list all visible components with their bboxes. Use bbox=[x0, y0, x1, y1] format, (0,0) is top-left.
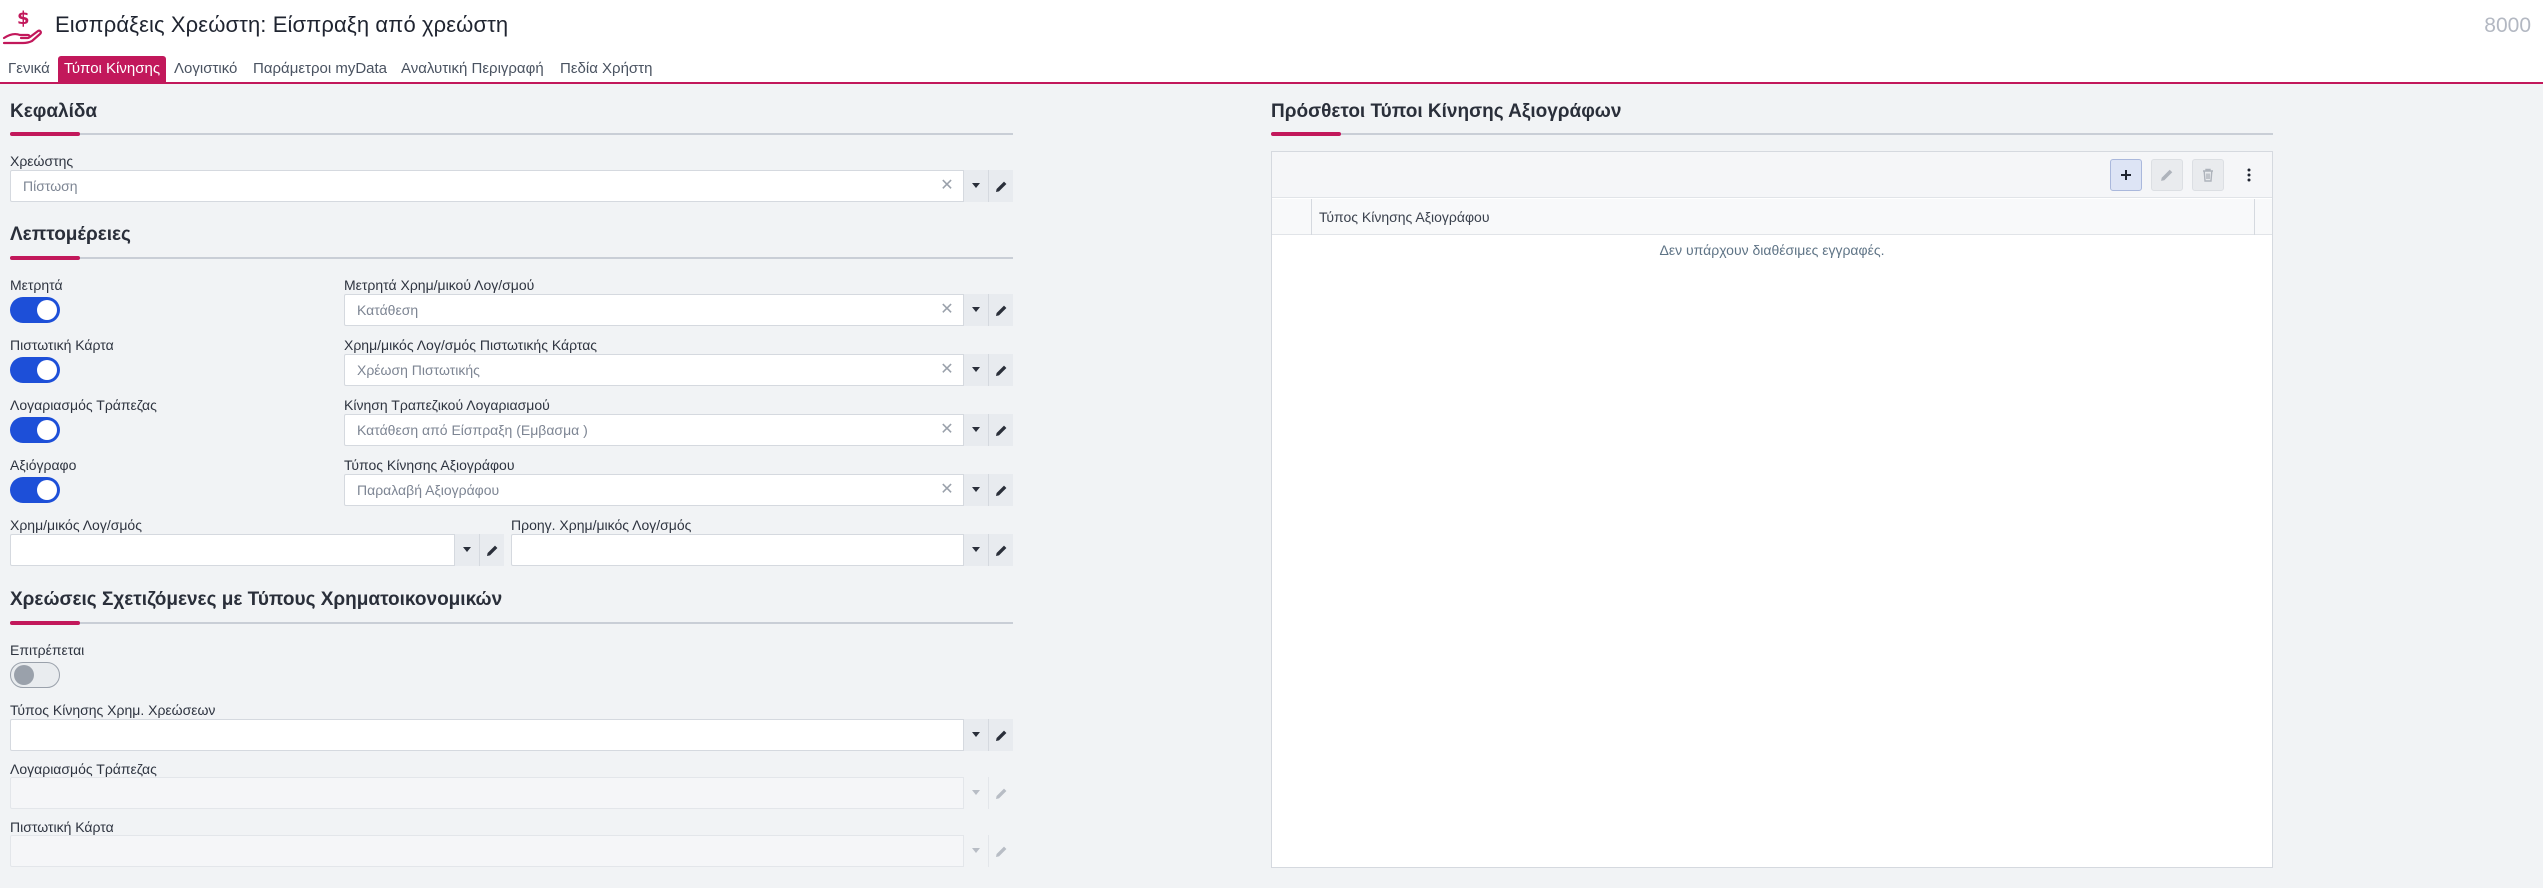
pencil-icon[interactable] bbox=[988, 534, 1013, 566]
chevron-down-icon[interactable] bbox=[963, 414, 988, 446]
credit-card-account-value: Χρέωση Πιστωτικής bbox=[357, 362, 480, 378]
charges-bank-account-label: Λογαριασμός Τράπεζας bbox=[10, 761, 157, 777]
chevron-down-icon[interactable] bbox=[963, 354, 988, 386]
pencil-icon bbox=[988, 835, 1013, 867]
credit-card-account-label: Χρημ/μικός Λογ/σμός Πιστωτικής Κάρτας bbox=[344, 337, 598, 353]
chevron-down-icon[interactable] bbox=[963, 474, 988, 506]
chevron-down-icon[interactable] bbox=[963, 170, 988, 202]
svg-text:$: $ bbox=[17, 8, 30, 29]
credit-card-label: Πιστωτική Κάρτα bbox=[10, 337, 114, 353]
cheque-movement-field[interactable]: Παραλαβή Αξιογράφου ✕ bbox=[344, 474, 1013, 506]
pencil-icon[interactable] bbox=[988, 474, 1013, 506]
section-title-details: Λεπτομέρειες bbox=[10, 224, 131, 245]
cheque-label: Αξιόγραφο bbox=[10, 457, 77, 473]
cheque-movement-value: Παραλαβή Αξιογράφου bbox=[357, 482, 500, 498]
section-accent bbox=[10, 621, 80, 625]
section-divider bbox=[10, 622, 1013, 624]
bank-movement-label: Κίνηση Τραπεζικού Λογαριασμού bbox=[344, 397, 550, 413]
charge-type-label: Τύπος Κίνησης Χρημ. Χρεώσεων bbox=[10, 702, 216, 718]
tab-user-fields[interactable]: Πεδία Χρήστη bbox=[560, 56, 652, 82]
chevron-down-icon bbox=[963, 777, 988, 809]
charges-credit-card-field bbox=[10, 835, 1013, 867]
section-divider bbox=[10, 133, 1013, 135]
record-code: 8000 bbox=[2484, 14, 2531, 37]
fin-account-field[interactable] bbox=[10, 534, 504, 566]
hand-coin-icon: $ bbox=[2, 8, 42, 45]
cash-account-field[interactable]: Κατάθεση ✕ bbox=[344, 294, 1013, 326]
page-title: Εισπράξεις Χρεώστη: Είσπραξη από χρεώστη bbox=[55, 12, 509, 37]
clear-icon[interactable]: ✕ bbox=[940, 415, 954, 445]
allowed-toggle[interactable] bbox=[10, 662, 60, 688]
empty-state-text: Δεν υπάρχουν διαθέσιμες εγγραφές. bbox=[1659, 242, 1885, 258]
column-divider bbox=[2254, 199, 2255, 235]
pencil-icon[interactable] bbox=[988, 719, 1013, 751]
cash-account-label: Μετρητά Χρημ/μικού Λογ/σμού bbox=[344, 277, 535, 293]
fin-account-label: Χρημ/μικός Λογ/σμός bbox=[10, 517, 142, 533]
debtor-label: Χρεώστης bbox=[10, 153, 74, 169]
chevron-down-icon[interactable] bbox=[963, 534, 988, 566]
charges-bank-account-field bbox=[10, 777, 1013, 809]
credit-card-account-field[interactable]: Χρέωση Πιστωτικής ✕ bbox=[344, 354, 1013, 386]
select-column bbox=[1272, 199, 1312, 235]
section-title-additional-cheque-types: Πρόσθετοι Τύποι Κίνησης Αξιογράφων bbox=[1271, 101, 1622, 122]
chevron-down-icon[interactable] bbox=[454, 534, 479, 566]
clear-icon[interactable]: ✕ bbox=[940, 171, 954, 201]
charges-credit-card-label: Πιστωτική Κάρτα bbox=[10, 819, 114, 835]
bank-movement-value: Κατάθεση από Είσπραξη (Εμβασμα ) bbox=[357, 422, 588, 438]
debtor-value: Πίστωση bbox=[23, 178, 78, 194]
clear-icon[interactable]: ✕ bbox=[940, 295, 954, 325]
tab-movement-types[interactable]: Τύποι Κίνησης bbox=[58, 56, 167, 82]
tab-detailed-description[interactable]: Αναλυτική Περιγραφή bbox=[401, 56, 544, 82]
bank-account-toggle[interactable] bbox=[10, 417, 60, 443]
tab-accounting[interactable]: Λογιστικό bbox=[174, 56, 237, 82]
pencil-icon[interactable] bbox=[988, 294, 1013, 326]
clear-icon[interactable]: ✕ bbox=[940, 355, 954, 385]
page-header: $ Εισπράξεις Χρεώστη: Είσπραξη από χρεώσ… bbox=[0, 0, 2543, 52]
tab-general[interactable]: Γενικά bbox=[8, 56, 50, 82]
column-header-cheque-movement-type[interactable]: Τύπος Κίνησης Αξιογράφου bbox=[1319, 199, 1489, 235]
pencil-icon bbox=[2151, 159, 2183, 191]
section-accent bbox=[10, 256, 80, 260]
chevron-down-icon bbox=[963, 835, 988, 867]
tab-mydata-parameters[interactable]: Παράμετροι myData bbox=[253, 56, 387, 82]
section-title-header: Κεφαλίδα bbox=[10, 101, 98, 122]
allowed-label: Επιτρέπεται bbox=[10, 642, 85, 658]
cash-toggle[interactable] bbox=[10, 297, 60, 323]
pencil-icon bbox=[988, 777, 1013, 809]
debtor-field[interactable]: Πίστωση ✕ bbox=[10, 170, 1013, 202]
charge-type-field[interactable] bbox=[10, 719, 1013, 751]
plus-icon[interactable] bbox=[2110, 159, 2142, 191]
cheque-toggle[interactable] bbox=[10, 477, 60, 503]
kebab-menu-icon[interactable] bbox=[2233, 159, 2265, 191]
pencil-icon[interactable] bbox=[988, 170, 1013, 202]
tab-bar: Γενικά Τύποι Κίνησης Λογιστικό Παράμετρο… bbox=[0, 56, 2543, 84]
section-divider bbox=[10, 257, 1013, 259]
chevron-down-icon[interactable] bbox=[963, 719, 988, 751]
pencil-icon[interactable] bbox=[988, 414, 1013, 446]
cash-label: Μετρητά bbox=[10, 277, 63, 293]
section-title-charges: Χρεώσεις Σχετιζόμενες με Τύπους Χρηματοι… bbox=[10, 589, 503, 610]
credit-card-toggle[interactable] bbox=[10, 357, 60, 383]
bank-account-label: Λογαριασμός Τράπεζας bbox=[10, 397, 157, 413]
trash-icon bbox=[2192, 159, 2224, 191]
grid-toolbar bbox=[1272, 152, 2272, 198]
section-accent bbox=[10, 132, 80, 136]
bank-movement-field[interactable]: Κατάθεση από Είσπραξη (Εμβασμα ) ✕ bbox=[344, 414, 1013, 446]
cheque-types-grid: Τύπος Κίνησης Αξιογράφου Δεν υπάρχουν δι… bbox=[1271, 151, 2273, 868]
prev-fin-account-label: Προηγ. Χρημ/μικός Λογ/σμός bbox=[511, 517, 692, 533]
grid-header: Τύπος Κίνησης Αξιογράφου bbox=[1272, 199, 2272, 235]
pencil-icon[interactable] bbox=[988, 354, 1013, 386]
cash-account-value: Κατάθεση bbox=[357, 302, 419, 318]
section-divider bbox=[1271, 133, 2273, 135]
pencil-icon[interactable] bbox=[479, 534, 504, 566]
section-accent bbox=[1271, 132, 1341, 136]
cheque-movement-label: Τύπος Κίνησης Αξιογράφου bbox=[344, 457, 515, 473]
chevron-down-icon[interactable] bbox=[963, 294, 988, 326]
prev-fin-account-field[interactable] bbox=[511, 534, 1013, 566]
clear-icon[interactable]: ✕ bbox=[940, 475, 954, 505]
